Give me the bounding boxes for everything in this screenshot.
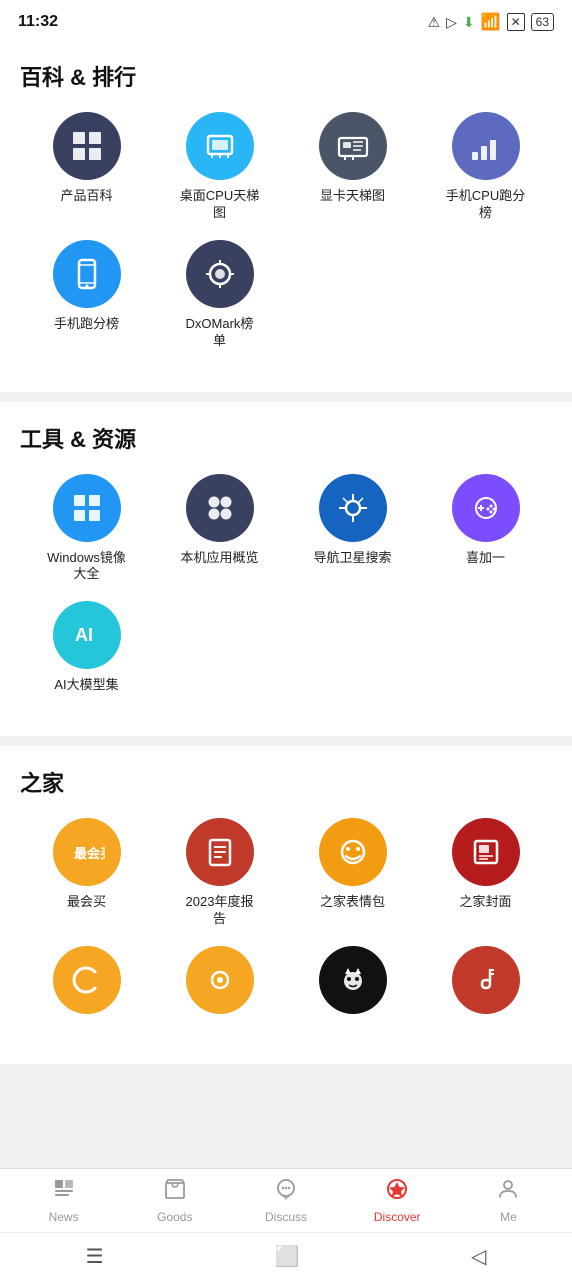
xijia-icon [452,474,520,542]
play-icon: ▷ [446,14,457,31]
satellite-icon [319,474,387,542]
svg-text:AI: AI [75,625,93,645]
icon-dxomark[interactable]: DxOMark榜单 [153,240,286,350]
cover-label: 之家封面 [459,894,511,911]
nav-discover[interactable]: Discover [342,1177,453,1224]
emoji-pack-icon [319,818,387,886]
battery-icon: 63 [531,13,554,31]
nav-discuss[interactable]: Discuss [230,1177,341,1224]
status-icons: ⚠ ▷ ⬇ 📶 ✕ 63 [428,12,554,32]
xijia-label: 喜加一 [466,550,505,567]
nav-news-label: News [49,1210,79,1224]
home-grid: 最会买 最会买 2023年度报告 [20,818,552,1040]
icon-satellite[interactable]: 导航卫星搜索 [286,474,419,584]
icon-cover[interactable]: 之家封面 [419,818,552,928]
section-home: 之家 最会买 最会买 [0,746,572,1064]
system-nav-bar: ☰ ⬜ ◁ [0,1232,572,1280]
nav-me-label: Me [500,1210,517,1224]
icon-xijia[interactable]: 喜加一 [419,474,552,584]
section-baike: 百科 & 排行 产品百科 [0,40,572,392]
desktop-cpu-icon [186,112,254,180]
nav-news[interactable]: News [8,1177,119,1224]
home8-icon [452,946,520,1014]
gpu-rank-label: 显卡天梯图 [320,188,385,205]
nav-goods[interactable]: Goods [119,1177,230,1224]
section-baike-title: 百科 & 排行 [20,60,552,92]
windows-mirror-icon [53,474,121,542]
best-buy-label: 最会买 [67,894,106,911]
icon-gpu-rank[interactable]: 显卡天梯图 [286,112,419,222]
cover-icon [452,818,520,886]
icon-home6[interactable] [153,946,286,1022]
signal-x-icon: ✕ [507,13,525,31]
section-home-title: 之家 [20,766,552,798]
icon-ai-models[interactable]: AI AI大模型集 [20,601,153,694]
desktop-cpu-label: 桌面CPU天梯图 [180,188,260,222]
product-baike-label: 产品百科 [60,188,112,205]
emoji-pack-label: 之家表情包 [320,894,385,911]
nav-me[interactable]: Me [453,1177,564,1224]
dxomark-label: DxOMark榜单 [180,316,260,350]
wifi-icon: 📶 [481,12,501,32]
icon-best-buy[interactable]: 最会买 最会买 [20,818,153,928]
home-button[interactable]: ⬜ [275,1244,300,1269]
nav-news-icon [52,1177,76,1207]
svg-text:最会买: 最会买 [74,846,105,861]
icon-emoji-pack[interactable]: 之家表情包 [286,818,419,928]
nav-discuss-icon [274,1177,298,1207]
ai-models-icon: AI [53,601,121,669]
product-baike-icon [53,112,121,180]
bottom-nav: News Goods Discuss [0,1168,572,1232]
nav-discover-label: Discover [374,1210,421,1224]
icon-windows-mirror[interactable]: Windows镜像大全 [20,474,153,584]
app-overview-icon [186,474,254,542]
home5-icon [53,946,121,1014]
back-button[interactable]: ◁ [471,1244,486,1269]
menu-button[interactable]: ☰ [86,1244,104,1269]
icon-home5[interactable] [20,946,153,1022]
mobile-cpu-icon [452,112,520,180]
tools-grid: Windows镜像大全 本机应用概览 [20,474,552,713]
download-icon: ⬇ [463,14,475,31]
icon-phone-rank[interactable]: 手机跑分榜 [20,240,153,350]
mobile-cpu-label: 手机CPU跑分榜 [446,188,526,222]
section-tools: 工具 & 资源 Windows镜像大全 [0,402,572,737]
best-buy-icon: 最会买 [53,818,121,886]
icon-app-overview[interactable]: 本机应用概览 [153,474,286,584]
phone-rank-label: 手机跑分榜 [54,316,119,333]
report-2023-icon [186,818,254,886]
icon-report-2023[interactable]: 2023年度报告 [153,818,286,928]
home6-icon [186,946,254,1014]
nav-me-icon [496,1177,520,1207]
windows-mirror-label: Windows镜像大全 [47,550,127,584]
satellite-label: 导航卫星搜索 [313,550,391,567]
phone-rank-icon [53,240,121,308]
ai-models-label: AI大模型集 [54,677,118,694]
dxomark-icon [186,240,254,308]
home7-icon [319,946,387,1014]
baike-grid: 产品百科 桌面CPU天梯图 [20,112,552,368]
icon-home8[interactable] [419,946,552,1022]
nav-goods-label: Goods [157,1210,192,1224]
section-tools-title: 工具 & 资源 [20,422,552,454]
report-2023-label: 2023年度报告 [180,894,260,928]
warning-icon: ⚠ [428,14,441,31]
icon-product-baike[interactable]: 产品百科 [20,112,153,222]
icon-mobile-cpu[interactable]: 手机CPU跑分榜 [419,112,552,222]
status-time: 11:32 [18,13,58,31]
scroll-content: 百科 & 排行 产品百科 [0,40,572,1168]
gpu-rank-icon [319,112,387,180]
icon-desktop-cpu[interactable]: 桌面CPU天梯图 [153,112,286,222]
status-bar: 11:32 ⚠ ▷ ⬇ 📶 ✕ 63 [0,0,572,40]
nav-goods-icon [163,1177,187,1207]
app-overview-label: 本机应用概览 [180,550,258,567]
icon-home7[interactable] [286,946,419,1022]
nav-discuss-label: Discuss [265,1210,307,1224]
nav-discover-icon [385,1177,409,1207]
